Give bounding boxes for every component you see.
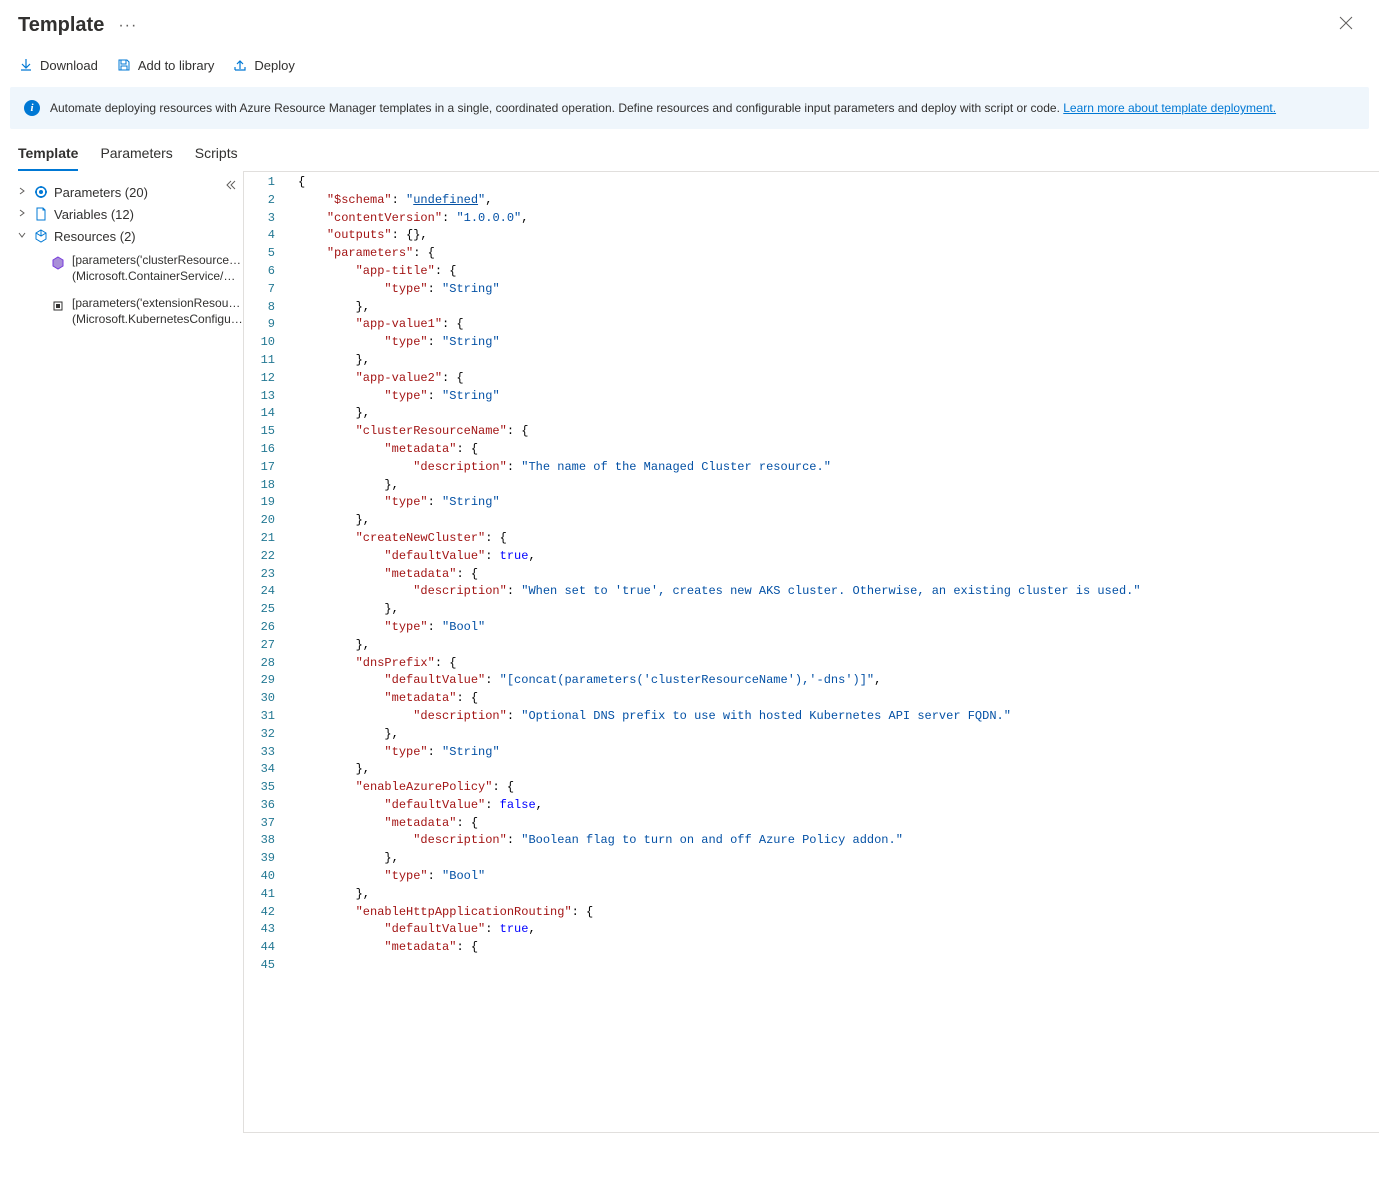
tree-variables[interactable]: Variables (12) [18, 203, 243, 225]
code-editor[interactable]: 1234567891011121314151617181920212223242… [243, 171, 1379, 1133]
learn-more-link[interactable]: Learn more about template deployment. [1063, 101, 1276, 115]
download-button[interactable]: Download [18, 57, 98, 73]
download-icon [18, 57, 34, 73]
banner-text: Automate deploying resources with Azure … [50, 101, 1063, 115]
chevron-down-icon [18, 231, 28, 242]
line-numbers: 1234567891011121314151617181920212223242… [244, 172, 294, 1132]
deploy-label: Deploy [254, 58, 294, 73]
tab-scripts[interactable]: Scripts [195, 139, 238, 171]
info-icon: i [24, 100, 40, 116]
chevron-right-icon [18, 209, 28, 220]
collapse-sidebar-icon[interactable] [225, 179, 237, 194]
tree-sub-line1: [parameters('clusterResourceName [72, 253, 243, 269]
save-icon [116, 57, 132, 73]
close-icon[interactable] [1331, 12, 1361, 39]
code-content[interactable]: { "$schema": "undefined", "contentVersio… [294, 172, 1379, 1132]
tree-sub-line1: [parameters('extensionResourceNa [72, 296, 243, 312]
page-title: Template [18, 14, 104, 37]
chevron-right-icon [18, 187, 28, 198]
deploy-button[interactable]: Deploy [232, 57, 294, 73]
tree-variables-label: Variables (12) [54, 207, 134, 222]
parameters-icon [33, 184, 49, 200]
tree-resource-item-extension[interactable]: [parameters('extensionResourceNa (Micros… [38, 290, 243, 333]
add-to-library-button[interactable]: Add to library [116, 57, 215, 73]
tree-parameters[interactable]: Parameters (20) [18, 181, 243, 203]
more-icon[interactable]: ··· [114, 17, 141, 35]
info-banner: i Automate deploying resources with Azur… [10, 87, 1369, 129]
resources-icon [33, 228, 49, 244]
cluster-icon [50, 255, 66, 271]
tree-parameters-label: Parameters (20) [54, 185, 148, 200]
tree-sub-line2: (Microsoft.KubernetesConfiguratio [72, 312, 243, 328]
tree-resource-item-cluster[interactable]: [parameters('clusterResourceName (Micros… [38, 247, 243, 290]
tab-template[interactable]: Template [18, 139, 78, 171]
tab-parameters[interactable]: Parameters [100, 139, 172, 171]
variables-icon [33, 206, 49, 222]
add-to-library-label: Add to library [138, 58, 215, 73]
sidebar: Parameters (20) Variables (12) Resources… [0, 171, 243, 1133]
tree-resources-label: Resources (2) [54, 229, 136, 244]
tree-sub-line2: (Microsoft.ContainerService/mana [72, 269, 243, 285]
download-label: Download [40, 58, 98, 73]
extension-icon [50, 298, 66, 314]
deploy-icon [232, 57, 248, 73]
tree-resources[interactable]: Resources (2) [18, 225, 243, 247]
